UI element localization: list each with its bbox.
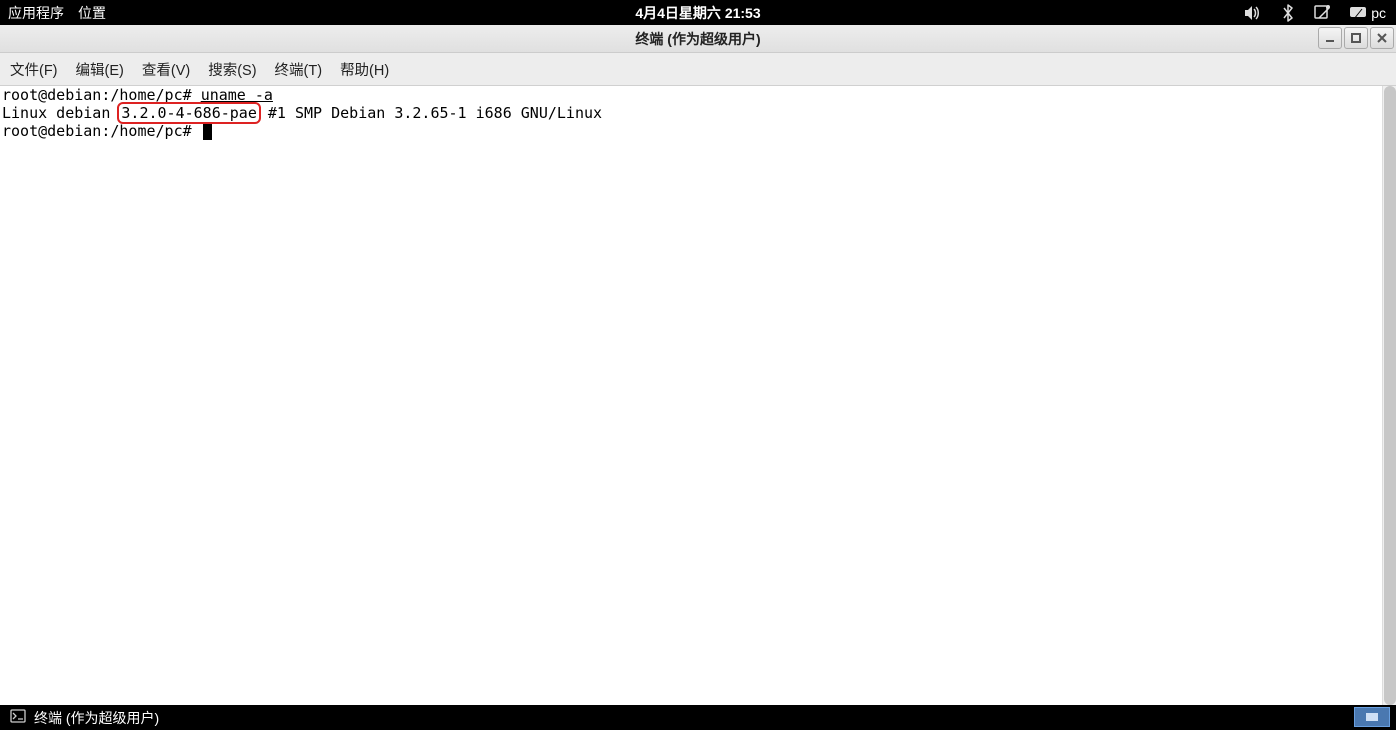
taskbar-item-terminal[interactable]: 终端 (作为超级用户) <box>10 708 159 728</box>
maximize-button[interactable] <box>1344 27 1368 49</box>
user-menu[interactable]: pc <box>1349 5 1386 21</box>
menu-search[interactable]: 搜索(S) <box>208 59 256 80</box>
network-icon[interactable] <box>1313 4 1331 22</box>
window-titlebar[interactable]: 终端 (作为超级用户) <box>0 25 1396 53</box>
menubar: 文件(F) 编辑(E) 查看(V) 搜索(S) 终端(T) 帮助(H) <box>0 53 1396 86</box>
minimize-button[interactable] <box>1318 27 1342 49</box>
user-label: pc <box>1371 5 1386 21</box>
scrollbar-thumb[interactable] <box>1384 86 1396 705</box>
menu-view[interactable]: 查看(V) <box>142 59 190 80</box>
menu-help[interactable]: 帮助(H) <box>340 59 389 80</box>
window-title: 终端 (作为超级用户) <box>635 29 760 49</box>
terminal-output[interactable]: root@debian:/home/pc# uname -a Linux deb… <box>0 86 1396 705</box>
workspace-switcher[interactable] <box>1354 707 1390 727</box>
terminal-icon <box>10 709 26 726</box>
output-text: #1 SMP Debian 3.2.65-1 i686 GNU/Linux <box>259 104 602 122</box>
prompt: root@debian:/home/pc# <box>2 122 201 140</box>
volume-icon[interactable] <box>1243 5 1263 21</box>
terminal-cursor <box>203 124 212 140</box>
output-text: Linux debian <box>2 104 119 122</box>
menu-file[interactable]: 文件(F) <box>10 59 58 80</box>
bottom-panel: 终端 (作为超级用户) <box>0 705 1396 730</box>
bluetooth-icon[interactable] <box>1281 4 1295 22</box>
close-button[interactable] <box>1370 27 1394 49</box>
applications-menu[interactable]: 应用程序 <box>8 3 64 23</box>
clock[interactable]: 4月4日星期六 21:53 <box>635 5 760 21</box>
top-panel: 应用程序 位置 4月4日星期六 21:53 pc <box>0 0 1396 25</box>
menu-edit[interactable]: 编辑(E) <box>76 59 124 80</box>
menu-terminal[interactable]: 终端(T) <box>275 59 323 80</box>
places-menu[interactable]: 位置 <box>78 3 106 23</box>
kernel-version-highlight: 3.2.0-4-686-pae <box>117 102 260 124</box>
taskbar-item-label: 终端 (作为超级用户) <box>34 708 159 728</box>
scrollbar[interactable] <box>1382 86 1396 705</box>
